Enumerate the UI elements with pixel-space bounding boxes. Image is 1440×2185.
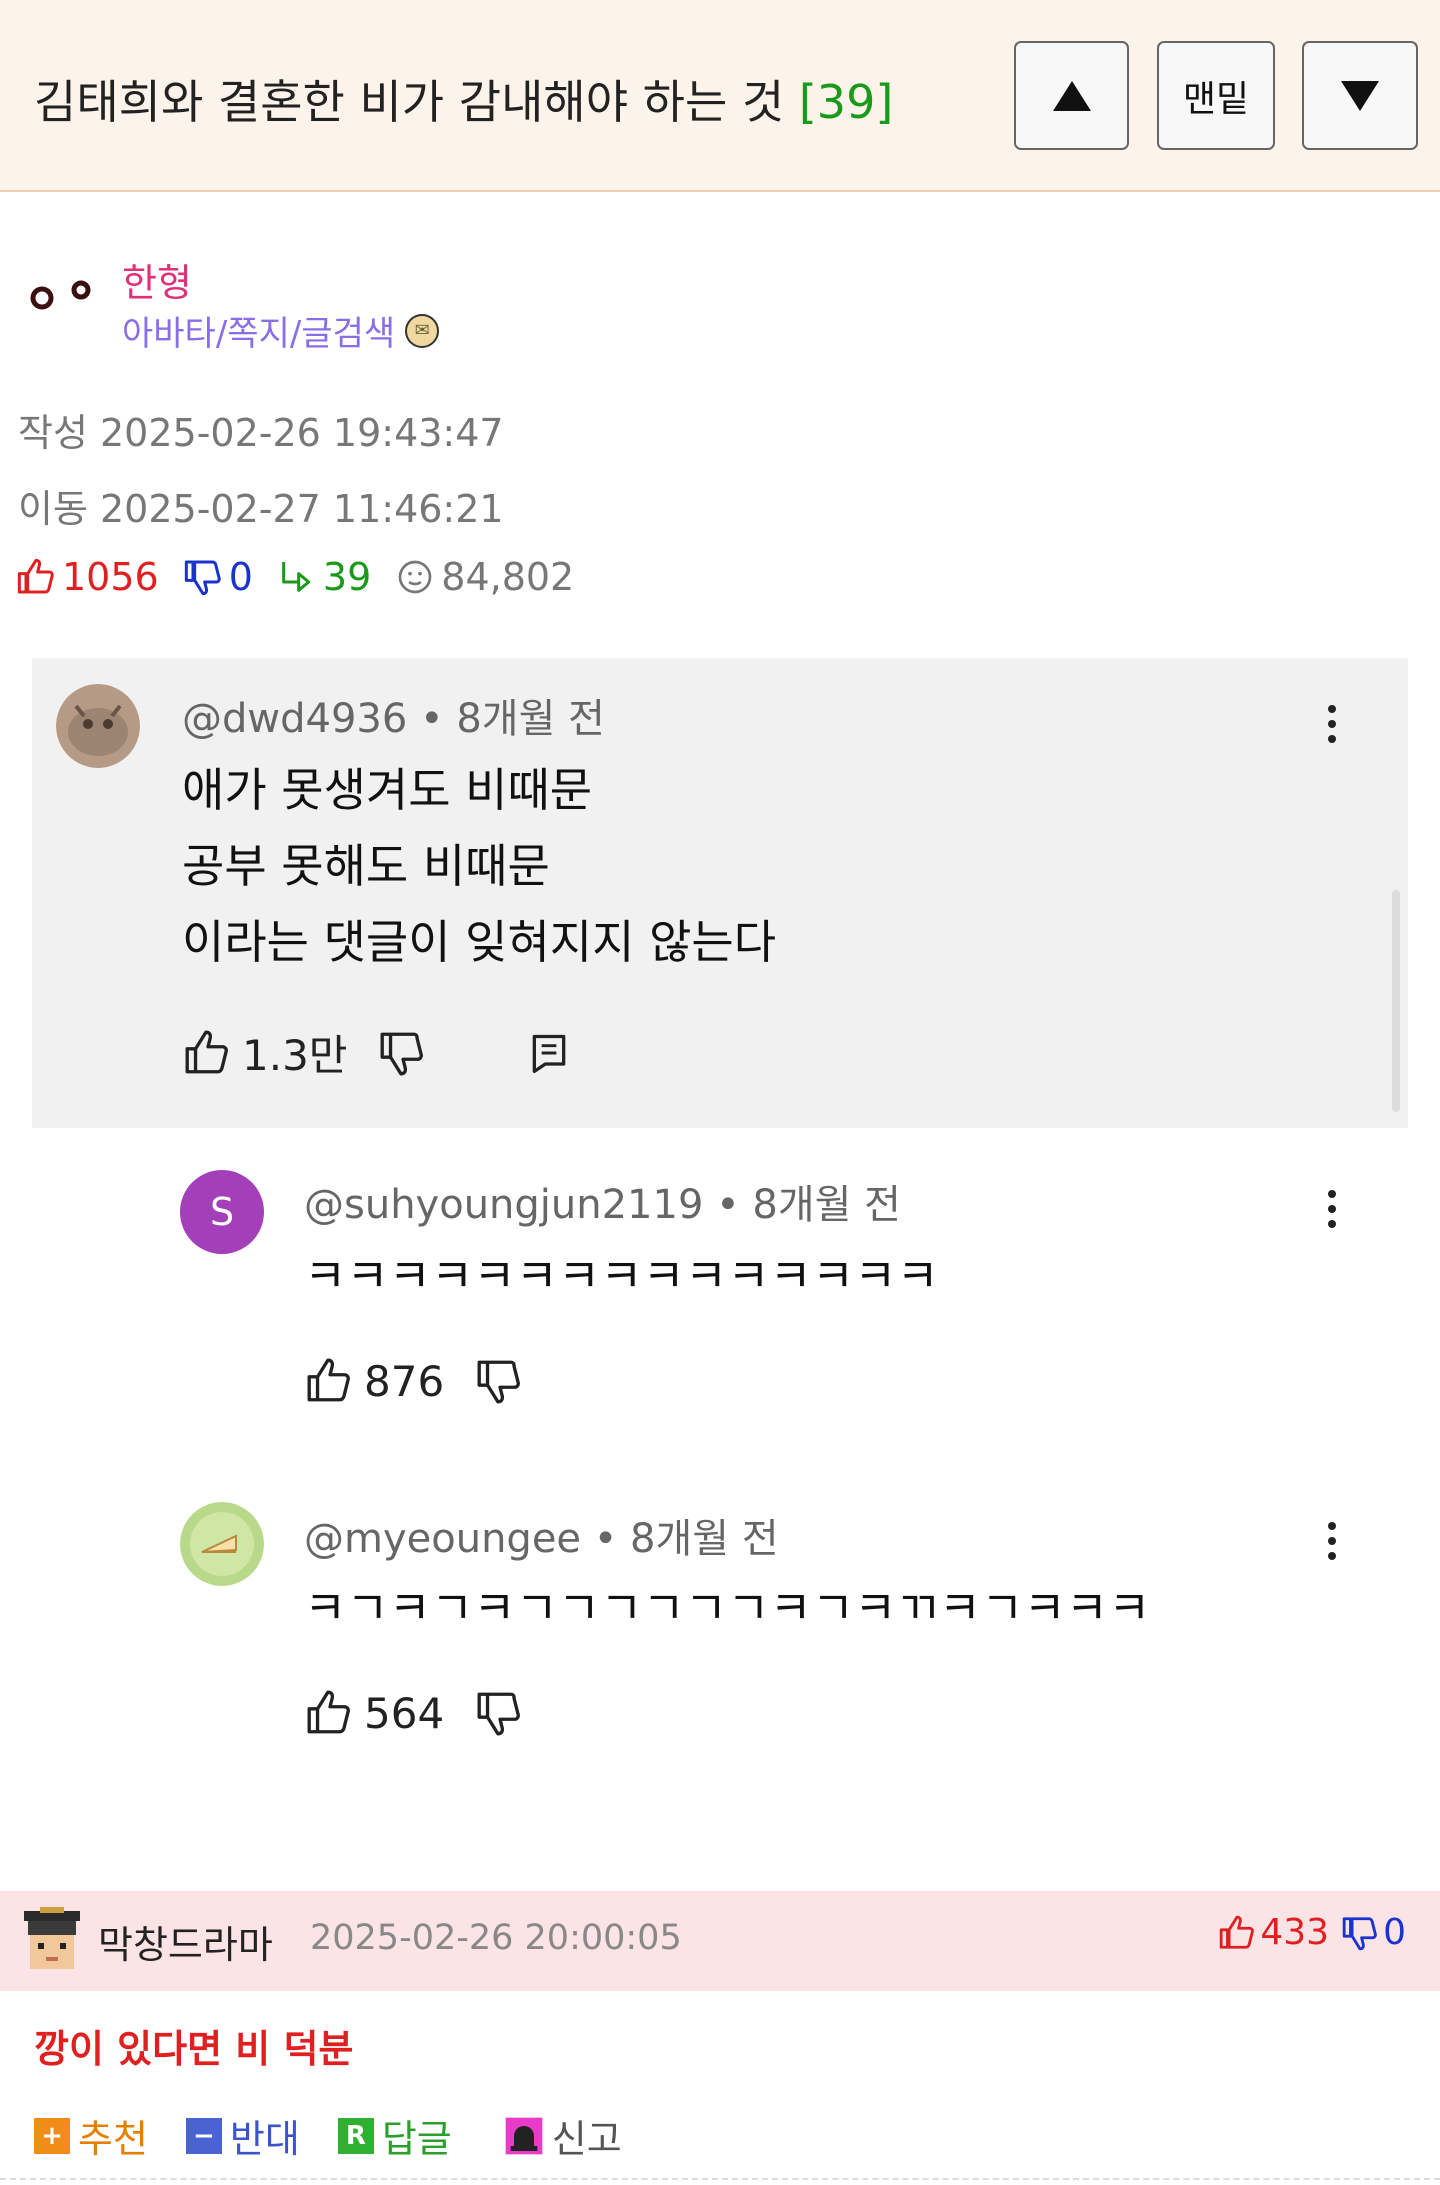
reply-comment-icon[interactable] bbox=[527, 1031, 571, 1075]
divider bbox=[0, 2178, 1440, 2180]
scroll-down-button[interactable] bbox=[1302, 41, 1418, 150]
plus-icon: + bbox=[34, 2117, 70, 2154]
replier-name[interactable]: 막창드라마 bbox=[98, 1914, 273, 1969]
more-options-icon[interactable] bbox=[1328, 1522, 1338, 1567]
comment-count[interactable]: [39] bbox=[799, 75, 893, 129]
scroll-bottom-button[interactable]: 맨밑 bbox=[1157, 41, 1275, 150]
thumbs-down-outline-icon[interactable] bbox=[474, 1688, 524, 1738]
reply-body: 깡이 있다면 비 덕분 bbox=[34, 2027, 354, 2071]
comment-actions: 564 bbox=[304, 1688, 524, 1738]
thumbs-up-outline-icon bbox=[307, 1358, 350, 1402]
thumbs-up-outline-icon bbox=[185, 1030, 228, 1073]
commenter-avatar-cat-icon bbox=[56, 684, 140, 768]
comment-line: 애가 못생겨도 비때문 bbox=[182, 763, 593, 817]
reply-dislike[interactable]: 0 bbox=[1341, 1912, 1406, 1953]
commenter-avatar-cake-icon bbox=[180, 1502, 264, 1586]
post-stats: 1056 0 39 84,802 bbox=[16, 555, 598, 599]
thumbs-up-outline-icon bbox=[307, 1690, 350, 1734]
thumbs-up-icon bbox=[1220, 1915, 1255, 1949]
reply-actions: + 추천 − 반대 R 답글 신고 bbox=[34, 2108, 660, 2163]
replier-avatar-icon[interactable] bbox=[18, 1907, 86, 1971]
minus-icon: − bbox=[185, 2117, 222, 2154]
reply-like-count: 433 bbox=[1260, 1912, 1330, 1953]
reply-votes: 433 0 bbox=[1218, 1912, 1406, 1953]
report-label: 신고 bbox=[551, 2117, 622, 2161]
reply-like[interactable]: 433 bbox=[1218, 1912, 1329, 1953]
author-links[interactable]: 아바타/쪽지/글검색 ✉ bbox=[122, 306, 440, 355]
reply-count: 39 bbox=[322, 555, 372, 599]
comment-like-count: 876 bbox=[364, 1356, 445, 1406]
post-title-text: 김태희와 결혼한 비가 감내해야 하는 것 bbox=[34, 75, 785, 129]
author-name[interactable]: 한형 bbox=[122, 252, 192, 307]
moved-date: 이동 2025-02-27 11:46:21 bbox=[18, 487, 504, 531]
like-count: 1056 bbox=[62, 555, 159, 599]
comment-handle: @dwd4936 • 8개월 전 bbox=[182, 696, 605, 742]
thumbs-down-icon bbox=[1342, 1916, 1377, 1950]
like-stat: 1056 bbox=[16, 555, 159, 599]
post-title: 김태희와 결혼한 비가 감내해야 하는 것 [39] bbox=[34, 66, 893, 132]
comment-line: 이라는 댓글이 잊혀지지 않는다 bbox=[182, 915, 777, 969]
comment-actions: 1.3만 bbox=[182, 1022, 571, 1083]
reply-dislike-count: 0 bbox=[1383, 1912, 1406, 1953]
oppose-label: 반대 bbox=[229, 2117, 300, 2161]
siren-icon bbox=[505, 2117, 543, 2154]
recommend-label: 추천 bbox=[78, 2117, 148, 2161]
oppose-button[interactable]: − 반대 bbox=[185, 2108, 300, 2163]
scroll-up-button[interactable] bbox=[1014, 41, 1129, 150]
level-badge-icon: ✉ bbox=[405, 313, 440, 348]
dislike-stat: 0 bbox=[183, 555, 253, 599]
comment-line: 공부 못해도 비때문 bbox=[182, 839, 550, 893]
more-options-icon[interactable] bbox=[1328, 1190, 1338, 1235]
comment-line: ㅋㅋㅋㅋㅋㅋㅋㅋㅋㅋㅋㅋㅋㅋㅋ bbox=[304, 1249, 939, 1303]
view-smiley-icon bbox=[398, 560, 432, 594]
thumbs-down-outline-icon[interactable] bbox=[474, 1356, 524, 1406]
author-links-text[interactable]: 아바타/쪽지/글검색 bbox=[122, 306, 395, 355]
comment-handle: @myeoungee • 8개월 전 bbox=[304, 1516, 779, 1562]
like-action[interactable]: 564 bbox=[304, 1688, 444, 1738]
comment-like-count: 1.3만 bbox=[242, 1031, 348, 1080]
comment-handle: @suhyoungjun2119 • 8개월 전 bbox=[304, 1182, 901, 1228]
more-options-icon[interactable] bbox=[1328, 705, 1338, 750]
thumbs-up-icon bbox=[17, 558, 54, 594]
report-button[interactable]: 신고 bbox=[504, 2108, 622, 2163]
view-count: 84,802 bbox=[441, 555, 575, 599]
like-action[interactable]: 1.3만 bbox=[182, 1022, 347, 1083]
reply-r-icon: R bbox=[337, 2117, 374, 2154]
triangle-up-icon bbox=[1052, 80, 1091, 111]
recommend-button[interactable]: + 추천 bbox=[34, 2108, 148, 2163]
comment-like-count: 564 bbox=[364, 1688, 445, 1738]
commenter-avatar: S bbox=[180, 1170, 264, 1254]
reply-arrow-icon bbox=[282, 562, 311, 592]
screenshot-scrollbar bbox=[1392, 890, 1400, 1112]
author-avatar-icon[interactable] bbox=[28, 276, 98, 316]
like-action[interactable]: 876 bbox=[304, 1356, 444, 1406]
reply-stat: 39 bbox=[277, 555, 371, 599]
triangle-down-icon bbox=[1341, 80, 1379, 111]
written-date: 작성 2025-02-26 19:43:47 bbox=[18, 411, 504, 455]
reply-button[interactable]: R 답글 bbox=[337, 2108, 452, 2163]
post-header: 김태희와 결혼한 비가 감내해야 하는 것 [39] 맨밑 bbox=[0, 0, 1440, 192]
comment-actions: 876 bbox=[304, 1356, 524, 1406]
thumbs-down-icon bbox=[184, 560, 221, 596]
comment-line: ㅋㄱㅋㄱㅋㄱㄱㄱㄱㄱㄱㅋㄱㅋㄲㅋㄱㅋㅋㅋ bbox=[304, 1581, 1151, 1635]
dislike-count: 0 bbox=[228, 555, 253, 599]
view-stat: 84,802 bbox=[395, 555, 574, 599]
reply-label: 답글 bbox=[381, 2117, 452, 2161]
reply-date: 2025-02-26 20:00:05 bbox=[310, 1918, 682, 1958]
thumbs-down-outline-icon[interactable] bbox=[377, 1028, 427, 1078]
